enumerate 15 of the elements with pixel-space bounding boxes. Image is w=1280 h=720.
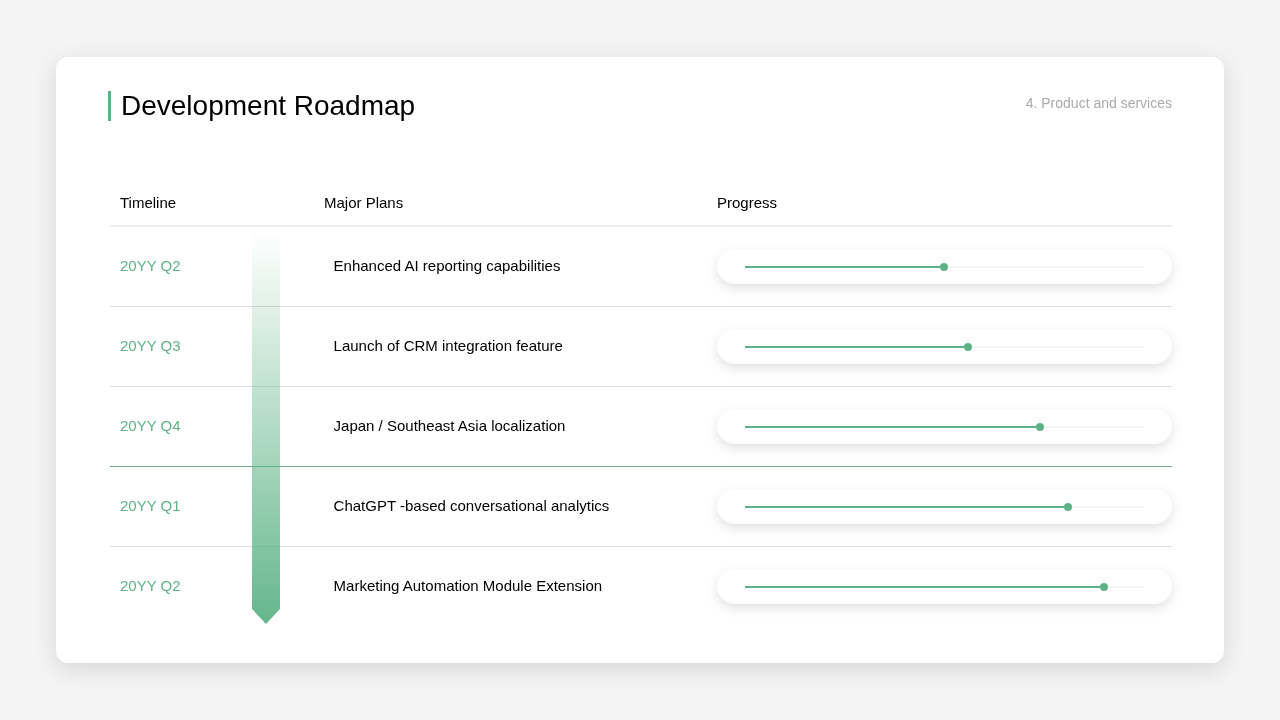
timeline-label: 20YY Q2 bbox=[120, 576, 182, 597]
plan-text: Marketing Automation Module Extension bbox=[333, 576, 604, 597]
column-header: Progress bbox=[717, 192, 778, 213]
timeline-label: 20YY Q4 bbox=[120, 416, 182, 437]
column-header: Major Plans bbox=[324, 192, 405, 213]
page-title: Development Roadmap bbox=[108, 91, 416, 121]
column-header: Timeline bbox=[120, 192, 178, 213]
section-label: 4. Product and services bbox=[1025, 94, 1172, 113]
plan-text: Launch of CRM integration feature bbox=[333, 336, 564, 357]
timeline-label: 20YY Q2 bbox=[120, 256, 182, 277]
plan-text: Enhanced AI reporting capabilities bbox=[333, 256, 562, 277]
plan-text: ChatGPT -based conversational analytics bbox=[333, 496, 611, 517]
plan-text: Japan / Southeast Asia localization bbox=[333, 416, 567, 437]
timeline-label: 20YY Q1 bbox=[120, 496, 182, 517]
timeline-label: 20YY Q3 bbox=[120, 336, 182, 357]
